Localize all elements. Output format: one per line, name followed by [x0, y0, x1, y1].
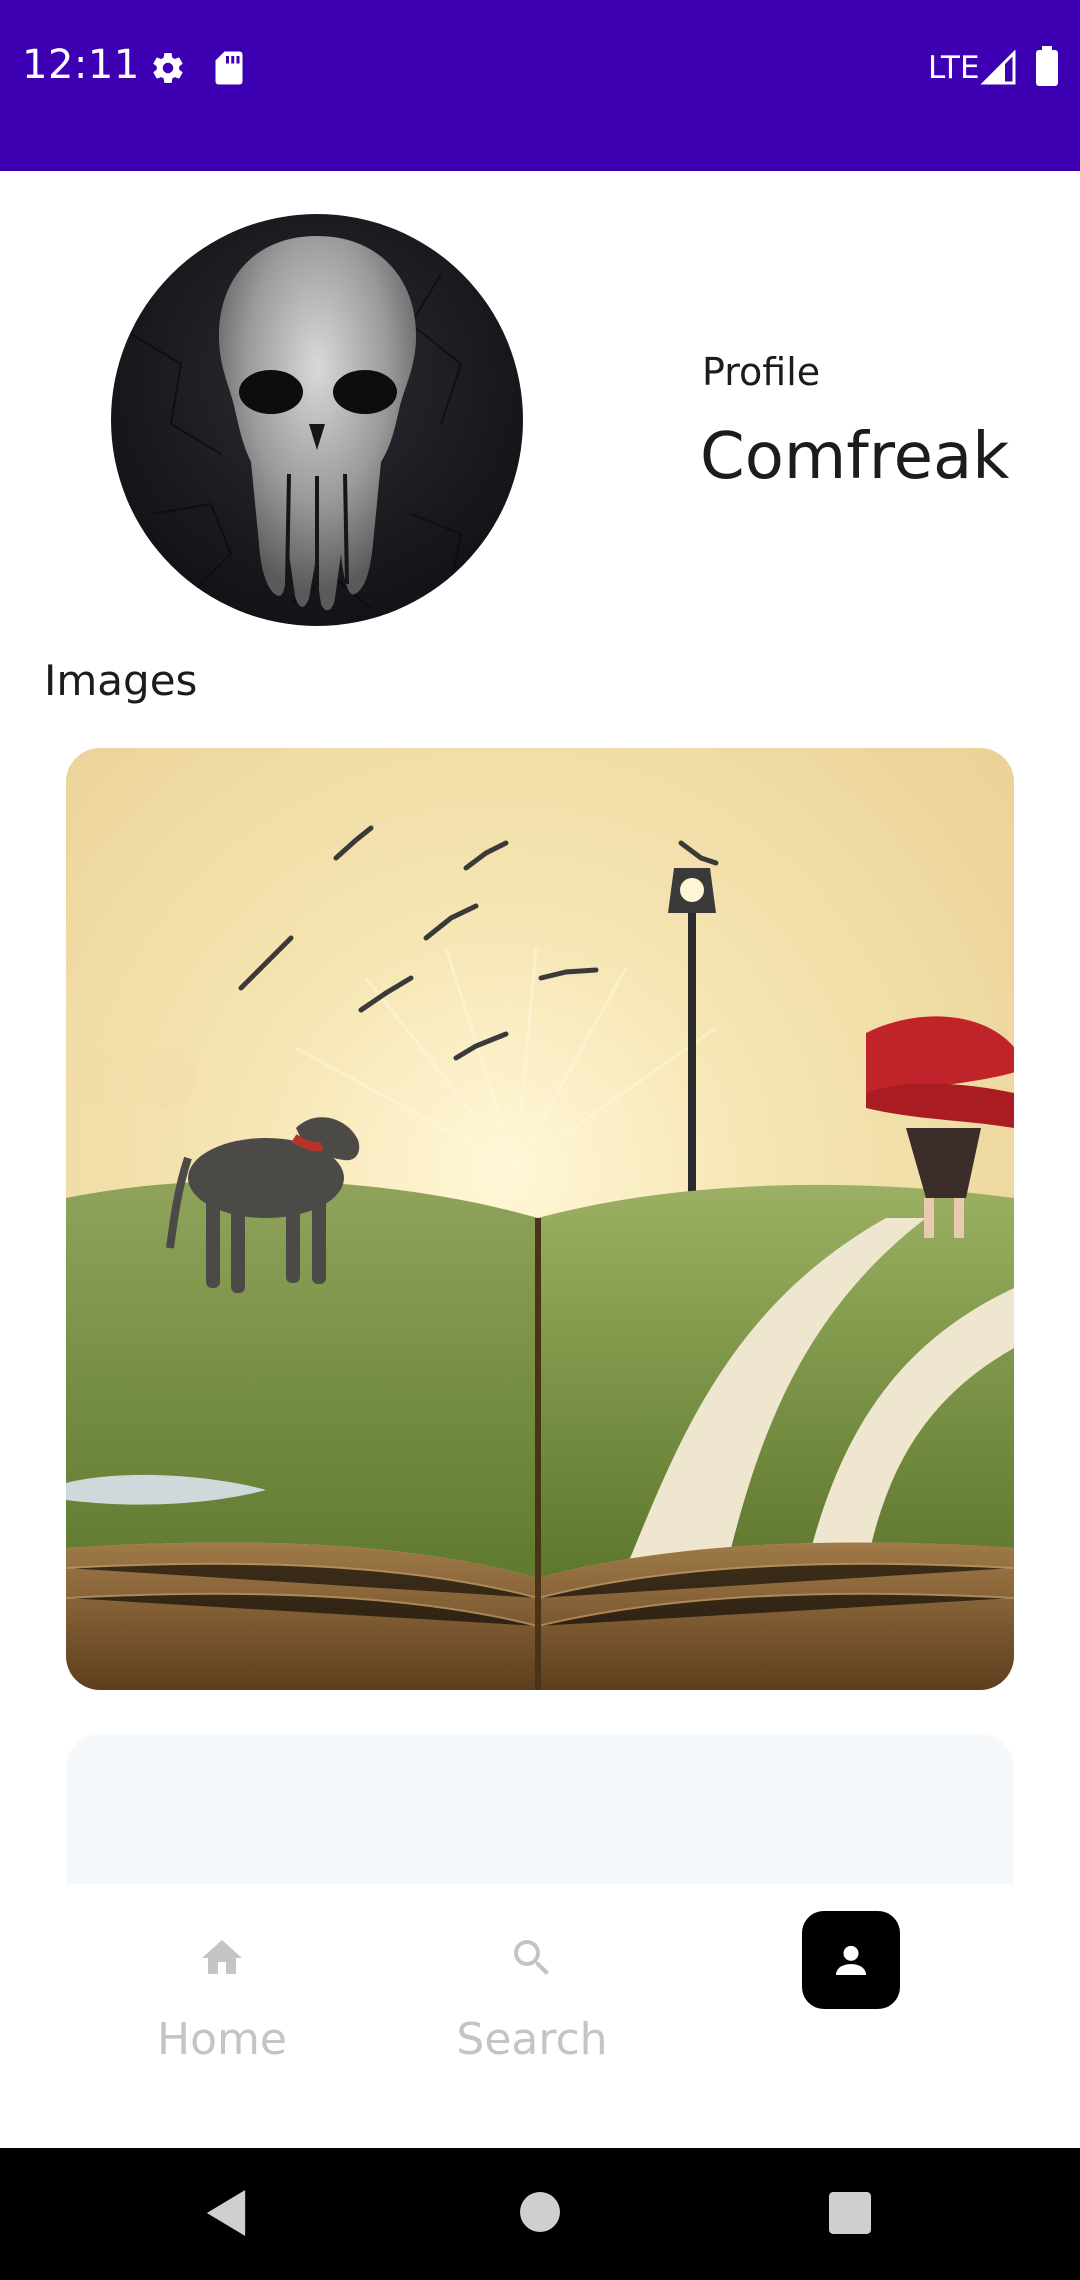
profile-name: Comfreak: [700, 420, 1010, 494]
bottom-navigation: Home Search: [0, 1884, 1080, 2148]
nav-home[interactable]: Home: [122, 1884, 322, 2148]
profile-label: Profile: [702, 350, 821, 394]
image-card[interactable]: [66, 748, 1014, 1690]
skull-avatar: [130, 236, 463, 611]
nav-search[interactable]: Search: [432, 1884, 632, 2148]
search-icon: [514, 1940, 549, 1975]
nav-profile[interactable]: [802, 1911, 900, 2009]
images-heading: Images: [44, 656, 198, 705]
status-bar: 12:11 LTE: [0, 0, 1080, 171]
battery-icon: [1036, 46, 1058, 86]
book-landscape-image: [66, 748, 1014, 1690]
sd-card-icon: [215, 51, 243, 85]
person-icon: [836, 1945, 866, 1975]
home-icon: [202, 1940, 242, 1974]
nav-home-label: Home: [157, 2014, 287, 2065]
gear-icon: [153, 53, 183, 84]
status-time: 12:11: [22, 42, 140, 88]
recents-icon[interactable]: [829, 2192, 871, 2234]
nav-search-label: Search: [456, 2014, 608, 2065]
system-navigation-bar: [0, 2148, 1080, 2280]
back-icon[interactable]: [206, 2190, 246, 2236]
home-circle-icon[interactable]: [520, 2192, 560, 2232]
signal-icon: [980, 50, 1016, 85]
network-type: LTE: [928, 50, 980, 86]
profile-avatar[interactable]: [111, 214, 523, 626]
image-card-placeholder[interactable]: [66, 1734, 1014, 1884]
